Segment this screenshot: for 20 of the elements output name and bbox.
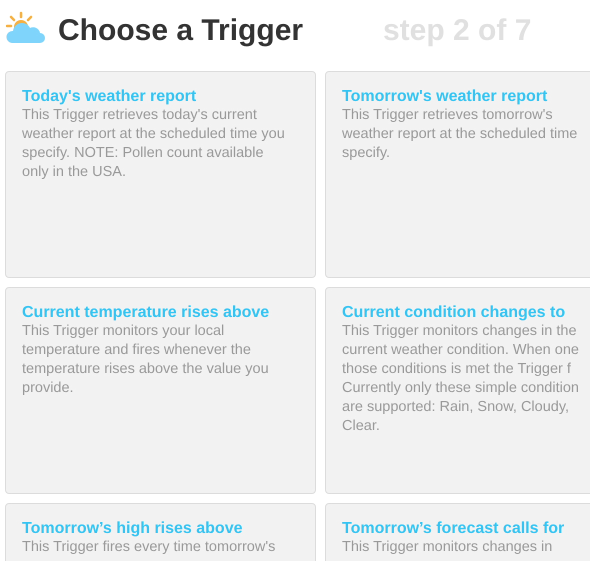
- trigger-card[interactable]: [325, 287, 590, 494]
- trigger-title: Tomorrow’s high rises above: [22, 520, 244, 538]
- trigger-card[interactable]: Current temperature rises above This Trigger monitors your local temperature and fires whenever the temperature rises above the value you provide.: [5, 287, 316, 494]
- partly-sunny-icon: [6, 11, 46, 45]
- trigger-card[interactable]: Tomorrow's weather report This Trigger retrieves tomorrow's weather report at the scheduled time specify.: [325, 71, 590, 278]
- trigger-description: This Trigger retrieves tomorrow's weather report at the scheduled time specify.: [342, 106, 578, 163]
- trigger-description: This Trigger retrieves today's current weather report at the scheduled time you specify. NOTE: Pollen count available only in the USA.: [22, 106, 286, 182]
- trigger-card[interactable]: Today's weather report This Trigger retrieves today's current weather report at the scheduled time you specify. NOTE: Pollen count available only in the USA.: [5, 71, 316, 278]
- trigger-title: Current condition changes to: [342, 304, 566, 322]
- trigger-card[interactable]: Tomorrow’s forecast calls for This Trigger monitors changes in: [325, 503, 590, 561]
- trigger-title: Today's weather report: [22, 88, 198, 106]
- page-title: Choose a Trigger: [58, 14, 304, 48]
- trigger-card[interactable]: Tomorrow’s high rises above This Trigger fires every time tomorrow's: [5, 503, 316, 561]
- trigger-description: This Trigger monitors your local temperature and fires whenever the temperature rises above the value you provide.: [22, 322, 270, 398]
- trigger-description: This Trigger fires every time tomorrow's: [22, 538, 276, 557]
- trigger-title: Tomorrow's weather report: [342, 88, 548, 106]
- trigger-description: This Trigger monitors changes in the current weather condition. When one those conditions is met the Trigger f Currently only these simple condition are supported: Rain, Snow, Cloudy, Clear.: [342, 322, 580, 436]
- trigger-description: This Trigger monitors changes in: [342, 538, 554, 557]
- trigger-title: Tomorrow’s forecast calls for: [342, 520, 566, 538]
- trigger-title: Current temperature rises above: [22, 304, 270, 322]
